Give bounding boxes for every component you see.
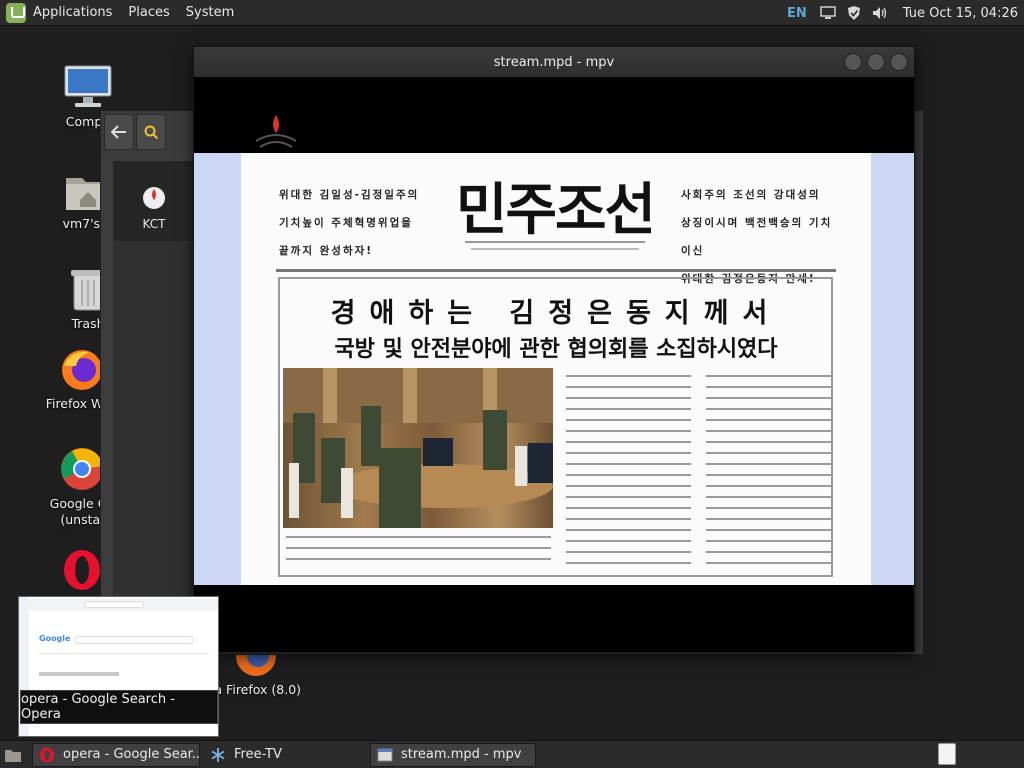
slogan-line: 상징이시며 백전백승의 기치이신 — [681, 217, 833, 257]
bottom-panel: opera - Google Sear... Free-TV stream.mp… — [0, 740, 1024, 768]
article-text-column-1 — [566, 375, 691, 573]
publisher-line — [455, 239, 655, 255]
applications-menu-label: Applications — [33, 5, 113, 20]
slogan-line: 기치높이 주체혁명위업을 — [279, 217, 413, 229]
window-controls — [839, 53, 908, 71]
opera-icon — [39, 747, 55, 763]
google-search-box — [74, 636, 194, 644]
article-text-column-2 — [706, 375, 831, 573]
close-button[interactable] — [890, 53, 908, 71]
newspaper-masthead: 민주조선 — [455, 177, 656, 243]
article-photo — [283, 368, 553, 528]
slogan-line: 끝까지 완성하자! — [279, 245, 374, 257]
headline-secondary: 국방 및 안전분야에 관한 협의회를 소집하시였다 — [334, 337, 778, 362]
google-logo: Google — [39, 634, 71, 643]
left-slogan: 위대한 김일성-김정일주의 기치높이 주체혁명위업을 끝까지 완성하자! — [279, 181, 439, 265]
clock[interactable]: Tue Oct 15, 04:26 — [903, 6, 1018, 21]
minimize-button[interactable] — [844, 53, 862, 71]
video-area[interactable]: 위대한 김일성-김정일주의 기치높이 주체혁명위업을 끝까지 완성하자! 민주조… — [194, 77, 914, 652]
system-tray: EN Tue Oct 15, 04:26 — [787, 0, 1024, 26]
opera-preview-caption: opera - Google Search - Opera — [20, 690, 218, 724]
file-manager-sidebar: KCT — [113, 161, 195, 656]
taskbar-item-opera[interactable]: opera - Google Sear... — [32, 742, 200, 767]
back-arrow-icon — [111, 125, 126, 139]
article-text-below-photo — [286, 536, 551, 569]
slogan-line: 위대한 김일성-김정일주의 — [279, 189, 420, 201]
newspaper-page: 위대한 김일성-김정일주의 기치높이 주체혁명위업을 끝까지 완성하자! 민주조… — [241, 153, 871, 585]
system-menu[interactable]: System — [178, 0, 242, 26]
taskbar-item-free-tv[interactable]: Free-TV — [204, 743, 366, 767]
desktop-icon — [5, 749, 21, 762]
mpv-window[interactable]: stream.mpd - mpv 위대한 김일성-김정일주의 기치높이 주체혁명… — [193, 46, 915, 652]
snowflake-icon — [210, 747, 226, 763]
applications-menu[interactable]: Applications — [0, 0, 120, 26]
maximize-button[interactable] — [867, 53, 885, 71]
back-button[interactable] — [104, 114, 134, 150]
taskbar-item-mpv[interactable]: stream.mpd - mpv — [370, 742, 536, 767]
mpv-titlebar[interactable]: stream.mpd - mpv — [194, 47, 914, 77]
window-icon — [377, 747, 393, 763]
channel-logo-icon — [255, 115, 297, 148]
mint-logo-icon — [6, 2, 26, 23]
shield-icon[interactable] — [845, 5, 863, 21]
workspace-switcher[interactable] — [938, 743, 956, 765]
top-panel: Applications Places System EN Tue Oct 15… — [0, 0, 1024, 26]
headline-primary: 경애하는 김정은동지께서 — [330, 298, 782, 329]
search-button[interactable] — [136, 114, 166, 150]
sidebar-item-kct[interactable]: KCT — [113, 161, 195, 241]
places-menu[interactable]: Places — [120, 0, 177, 26]
opera-address-bar — [84, 601, 144, 608]
taskbar-item-label: Free-TV — [234, 747, 282, 762]
kct-logo-icon — [143, 187, 165, 209]
search-icon — [144, 125, 159, 140]
network-icon[interactable] — [819, 5, 837, 21]
sidebar-item-label: KCT — [142, 217, 166, 231]
masthead-divider — [276, 269, 836, 272]
volume-icon[interactable] — [871, 5, 889, 21]
window-title: stream.mpd - mpv — [493, 54, 615, 70]
slogan-line: 사회주의 조선의 강대성의 — [681, 189, 821, 201]
taskbar-item-label: opera - Google Sear... — [63, 747, 200, 762]
taskbar-item-label: stream.mpd - mpv — [401, 747, 522, 762]
show-desktop-button[interactable] — [2, 745, 24, 765]
keyboard-layout-indicator[interactable]: EN — [787, 6, 807, 21]
computer-icon — [28, 62, 148, 110]
